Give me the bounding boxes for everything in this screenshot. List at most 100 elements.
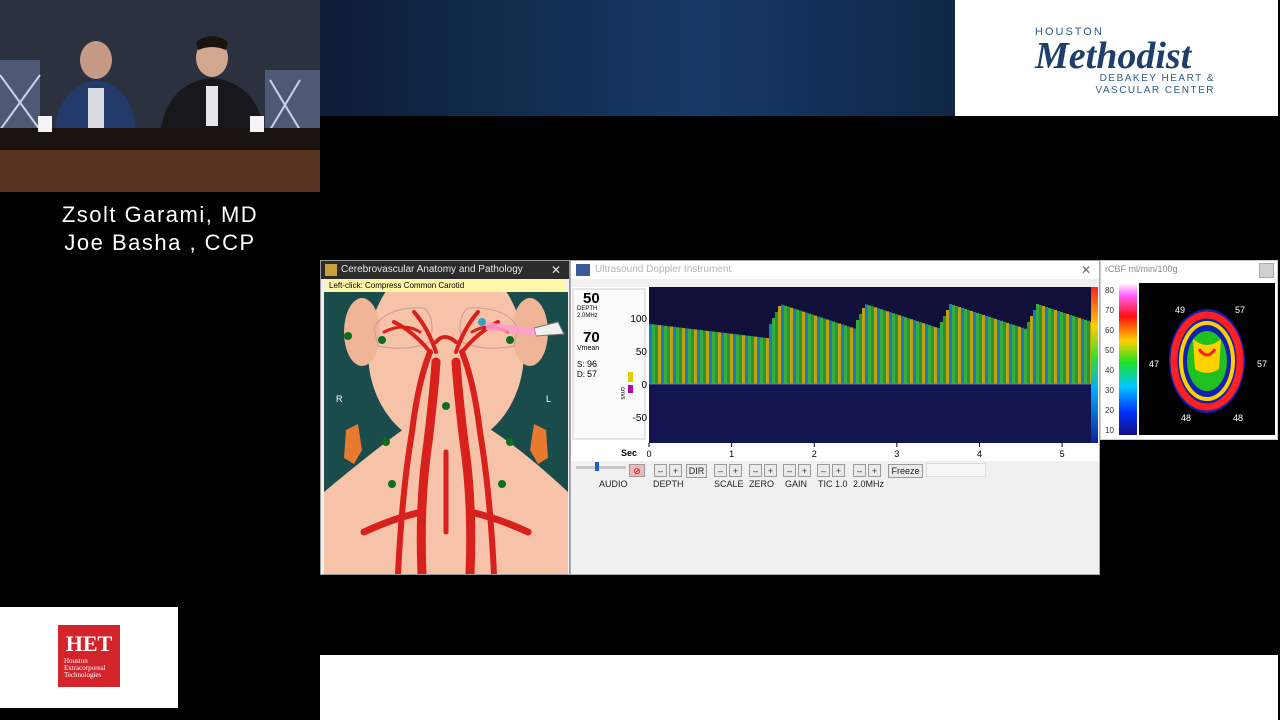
rcbf-window: rCBF ml/min/100g 80 70 60 50 40 30 20 10 49 57 … bbox=[1100, 260, 1278, 440]
depth-label: DEPTH bbox=[577, 306, 597, 312]
rcbf-scale-label: 50 bbox=[1105, 346, 1114, 355]
spectrum-column bbox=[943, 316, 946, 384]
spectrum-column bbox=[805, 312, 808, 384]
spectrum-column bbox=[976, 312, 979, 384]
spectrum-column bbox=[688, 328, 691, 384]
tic-label: TIC 1.0 bbox=[818, 479, 848, 489]
anatomy-close-icon[interactable]: ✕ bbox=[551, 261, 561, 279]
anatomy-window: Cerebrovascular Anatomy and Pathology ✕ … bbox=[320, 260, 570, 575]
audio-slider-track[interactable] bbox=[576, 466, 626, 469]
label-right-side: R bbox=[336, 394, 343, 404]
scale-minus-button[interactable]: – bbox=[714, 464, 727, 477]
spectrum-column bbox=[775, 312, 778, 384]
spectrum-column bbox=[979, 313, 982, 384]
freq-label: 2.0MHz bbox=[577, 313, 598, 319]
spectrum-column bbox=[877, 308, 880, 384]
spectrum-column bbox=[1051, 308, 1054, 384]
anatomy-titlebar[interactable]: Cerebrovascular Anatomy and Pathology ✕ bbox=[321, 261, 569, 279]
het-abbr: HET bbox=[65, 631, 113, 656]
spectrum-column bbox=[1039, 304, 1042, 384]
spectrum-column bbox=[784, 305, 787, 384]
spectrum-column bbox=[847, 326, 850, 384]
doppler-title: Ultrasound Doppler Instrument bbox=[595, 264, 732, 275]
scale-plus-button[interactable]: + bbox=[729, 464, 742, 477]
y-tick-50: 50 bbox=[636, 347, 648, 358]
spectrum-column bbox=[1027, 322, 1030, 384]
freeze-button[interactable]: Freeze bbox=[888, 464, 923, 478]
spectrum-column bbox=[742, 335, 745, 384]
spectrum-column bbox=[682, 327, 685, 384]
methodist-logo: HOUSTON Methodist DEBAKEY HEART & VASCUL… bbox=[955, 0, 1278, 116]
spectrum-column bbox=[925, 324, 928, 384]
rcbf-scale-label: 80 bbox=[1105, 286, 1114, 295]
gain-minus-button[interactable]: – bbox=[783, 464, 796, 477]
sec-label: Sec bbox=[621, 448, 637, 458]
spectrum-column bbox=[685, 328, 688, 384]
spectrum-column bbox=[802, 311, 805, 384]
x-tick-label: 3 bbox=[894, 449, 899, 459]
spectrum-column bbox=[952, 304, 955, 384]
spectrum-column bbox=[1021, 327, 1024, 384]
spectrum-column bbox=[1000, 320, 1003, 384]
spectrum-column bbox=[715, 331, 718, 384]
tic-minus-button[interactable]: – bbox=[817, 464, 830, 477]
spectrum-column bbox=[940, 322, 943, 384]
tic-plus-button[interactable]: + bbox=[832, 464, 845, 477]
gain-plus-button[interactable]: + bbox=[798, 464, 811, 477]
rcbf-scale-label: 70 bbox=[1105, 306, 1114, 315]
spectrum-column bbox=[913, 320, 916, 384]
spectrum-column bbox=[937, 328, 940, 384]
doppler-titlebar[interactable]: Ultrasound Doppler Instrument ✕ bbox=[571, 261, 1099, 279]
spectrum-column bbox=[757, 336, 760, 384]
het-logo-box: HET Houston Extracorporeal Technologies bbox=[0, 607, 178, 708]
zero-plus-button[interactable]: + bbox=[764, 464, 777, 477]
audio-mute-icon[interactable]: ⊘ bbox=[629, 464, 645, 477]
spectrum-column bbox=[670, 326, 673, 384]
spectrum-column bbox=[790, 307, 793, 384]
zero-label: ZERO bbox=[749, 479, 775, 489]
freq-plus-button[interactable]: + bbox=[868, 464, 881, 477]
spectrum-column bbox=[694, 329, 697, 384]
spectrum-column bbox=[1054, 309, 1057, 384]
spectrum-column bbox=[1033, 310, 1036, 384]
vel-marker-yellow bbox=[628, 372, 633, 382]
spectrum-column bbox=[745, 335, 748, 384]
rcbf-region-top-left: 49 bbox=[1175, 305, 1185, 315]
spectrum-column bbox=[1060, 311, 1063, 384]
spectrum-column bbox=[964, 308, 967, 384]
bottom-white-bar bbox=[320, 655, 1278, 720]
spectrum-column bbox=[988, 316, 991, 384]
doppler-close-icon[interactable]: ✕ bbox=[1081, 261, 1091, 279]
spectrum-column bbox=[1003, 321, 1006, 384]
spectrum-column bbox=[658, 325, 661, 384]
zero-minus-button[interactable]: – bbox=[749, 464, 762, 477]
freq-minus-button[interactable]: – bbox=[853, 464, 866, 477]
audio-slider-thumb[interactable] bbox=[595, 462, 599, 471]
depth-plus-button[interactable]: + bbox=[669, 464, 682, 477]
spectrum-column bbox=[856, 320, 859, 384]
s-label: S: bbox=[577, 360, 585, 369]
spectrum-column bbox=[1078, 317, 1081, 384]
spectrum-column bbox=[853, 328, 856, 384]
spectrum-column bbox=[1063, 312, 1066, 384]
spectrum-column bbox=[676, 327, 679, 384]
spectrum-column bbox=[850, 327, 853, 384]
rcbf-scale-ticks: 80 70 60 50 40 30 20 10 bbox=[1105, 286, 1114, 435]
rcbf-title: rCBF ml/min/100g bbox=[1105, 264, 1178, 274]
spectrum-column bbox=[811, 314, 814, 384]
spectrum-column bbox=[895, 314, 898, 384]
rcbf-window-button[interactable] bbox=[1259, 263, 1274, 278]
dir-button[interactable]: DIR bbox=[686, 464, 707, 478]
spectrum-column bbox=[664, 325, 667, 384]
spectrum-column bbox=[868, 305, 871, 384]
x-tick-label: 0 bbox=[646, 449, 651, 459]
anatomy-hint: Left-click: Compress Common Carotid bbox=[325, 280, 566, 291]
spectrum-column bbox=[763, 337, 766, 384]
spectrum-column bbox=[946, 310, 949, 384]
spectrum-column bbox=[997, 319, 1000, 384]
spectrum-column bbox=[754, 336, 757, 384]
spectrum-column bbox=[1048, 307, 1051, 384]
depth-minus-button[interactable]: – bbox=[654, 464, 667, 477]
doppler-display: 50 DEPTH 2.0MHz 70 Vmean S: 96 D: 57 cm/… bbox=[571, 287, 1099, 461]
anatomy-canvas[interactable]: R L bbox=[324, 292, 568, 574]
